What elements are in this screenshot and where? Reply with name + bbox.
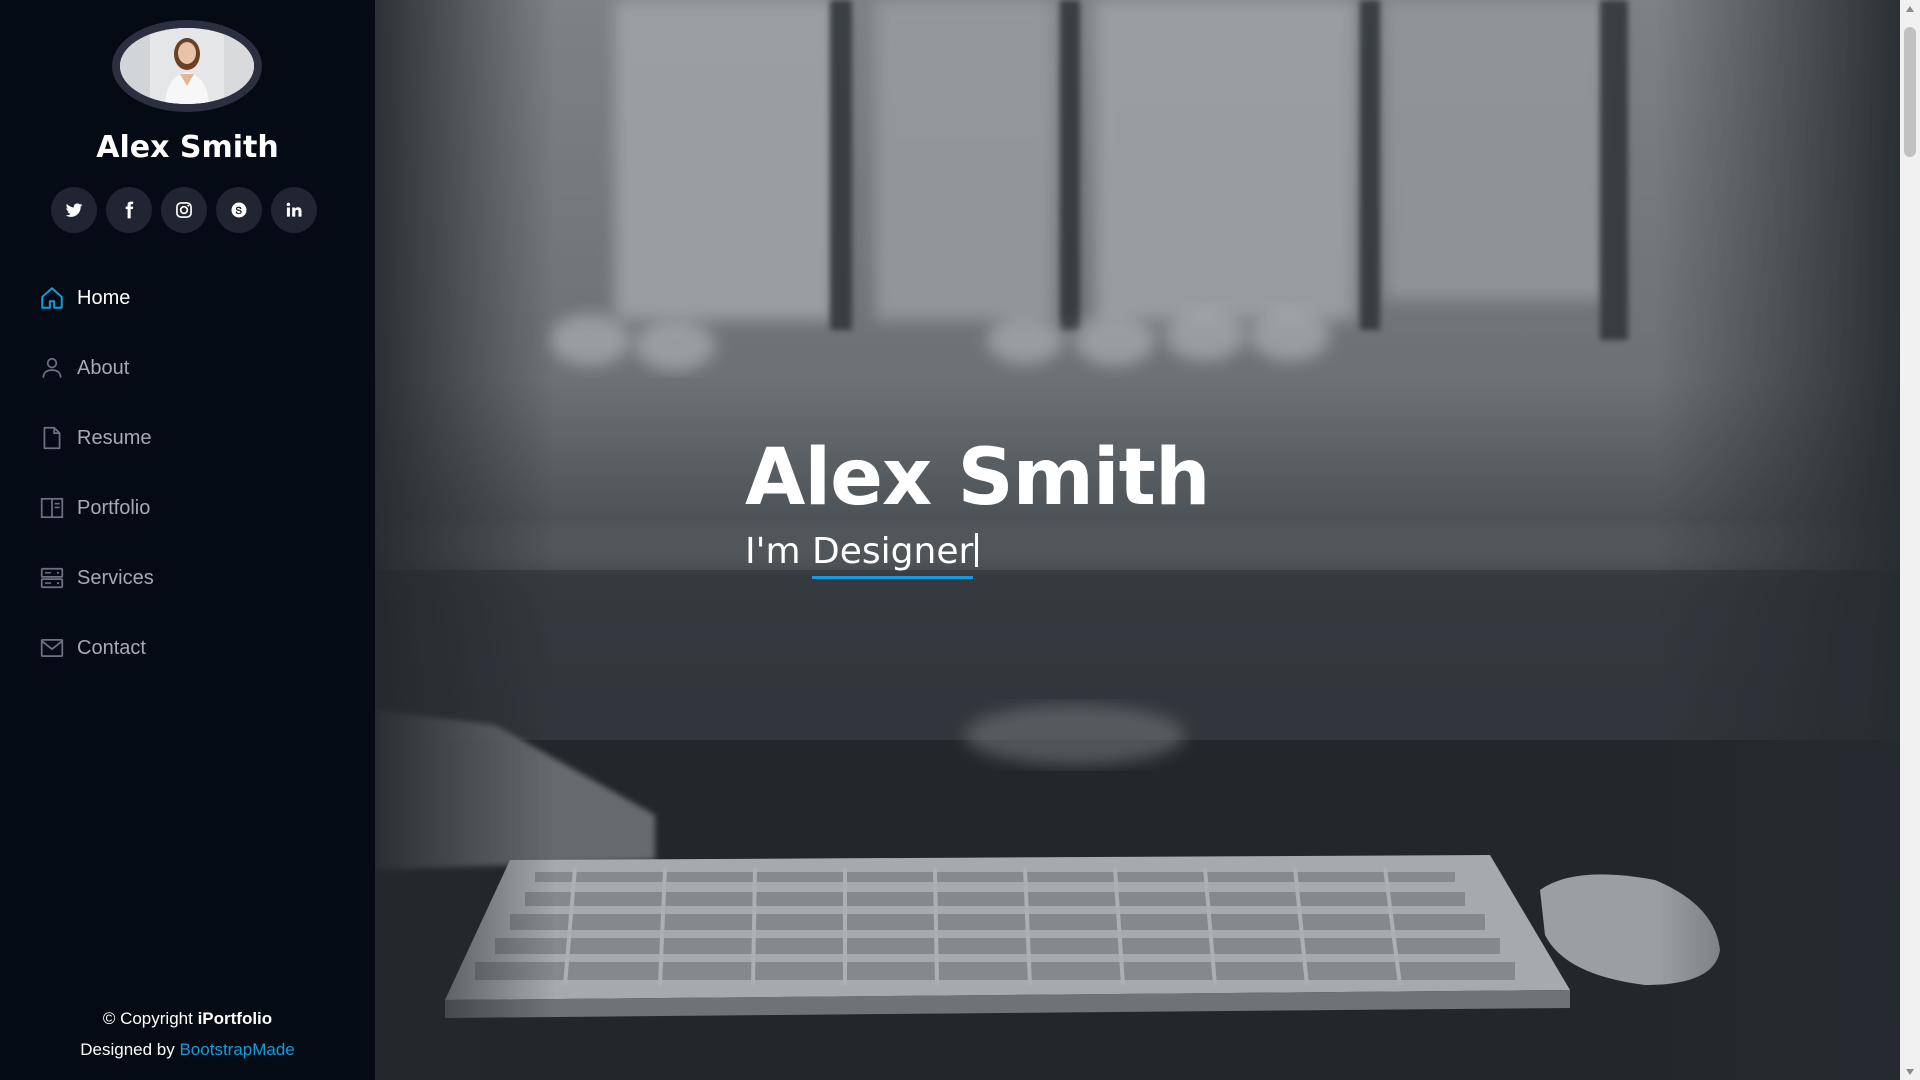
nav-item-home[interactable]: Home	[0, 263, 375, 333]
nav-label: Resume	[77, 426, 152, 449]
instagram-link[interactable]	[161, 187, 207, 233]
scroll-up-arrow-icon[interactable]	[1900, 0, 1920, 17]
sidebar-footer: © Copyright iPortfolio Designed by Boots…	[0, 1003, 375, 1065]
nav-label: Contact	[77, 636, 146, 659]
nav-label: About	[77, 356, 130, 379]
scroll-down-arrow-icon[interactable]	[1900, 1063, 1920, 1080]
nav-item-contact[interactable]: Contact	[0, 613, 375, 683]
home-icon	[39, 285, 65, 311]
skype-link[interactable]	[216, 187, 262, 233]
copyright: © Copyright iPortfolio	[0, 1003, 375, 1034]
brand-name: iPortfolio	[197, 1009, 273, 1028]
profile-avatar	[112, 20, 262, 112]
linkedin-link[interactable]	[271, 187, 317, 233]
typing-cursor	[975, 533, 979, 567]
hero-title: Alex Smith	[745, 433, 1210, 523]
server-icon	[39, 565, 65, 591]
nav-item-resume[interactable]: Resume	[0, 403, 375, 473]
profile-photo	[120, 28, 254, 104]
skype-icon	[231, 202, 247, 218]
hero-subtitle: I'm Designer	[745, 530, 1209, 579]
nav-item-portfolio[interactable]: Portfolio	[0, 473, 375, 543]
sidebar: Alex Smith Home About Resume Portfolio S…	[0, 0, 375, 1080]
main-nav: Home About Resume Portfolio Services Con…	[0, 263, 375, 683]
nav-item-services[interactable]: Services	[0, 543, 375, 613]
book-icon	[39, 495, 65, 521]
designer-link[interactable]: BootstrapMade	[179, 1040, 294, 1059]
nav-label: Portfolio	[77, 496, 151, 519]
scrollbar-thumb[interactable]	[1904, 27, 1916, 157]
copyright-prefix: © Copyright	[102, 1009, 198, 1028]
typed-text: Designer	[812, 531, 974, 579]
nav-label: Services	[77, 566, 154, 589]
facebook-link[interactable]	[106, 187, 152, 233]
social-links	[51, 187, 317, 233]
facebook-icon	[125, 201, 134, 219]
nav-label: Home	[77, 286, 131, 309]
hero-section: Alex Smith I'm Designer	[375, 0, 1900, 1080]
credits: Designed by BootstrapMade	[0, 1034, 375, 1065]
linkedin-icon	[286, 202, 302, 217]
nav-item-about[interactable]: About	[0, 333, 375, 403]
file-icon	[39, 425, 65, 451]
hero-text: Alex Smith I'm Designer	[745, 430, 1210, 579]
designed-by-prefix: Designed by	[80, 1040, 180, 1059]
envelope-icon	[39, 635, 65, 661]
page-scrollbar[interactable]	[1900, 0, 1920, 1080]
twitter-icon	[65, 203, 83, 217]
twitter-link[interactable]	[51, 187, 97, 233]
instagram-icon	[176, 202, 192, 218]
person-icon	[39, 355, 65, 381]
profile-name: Alex Smith	[96, 130, 279, 165]
hero-prefix: I'm	[745, 531, 813, 572]
